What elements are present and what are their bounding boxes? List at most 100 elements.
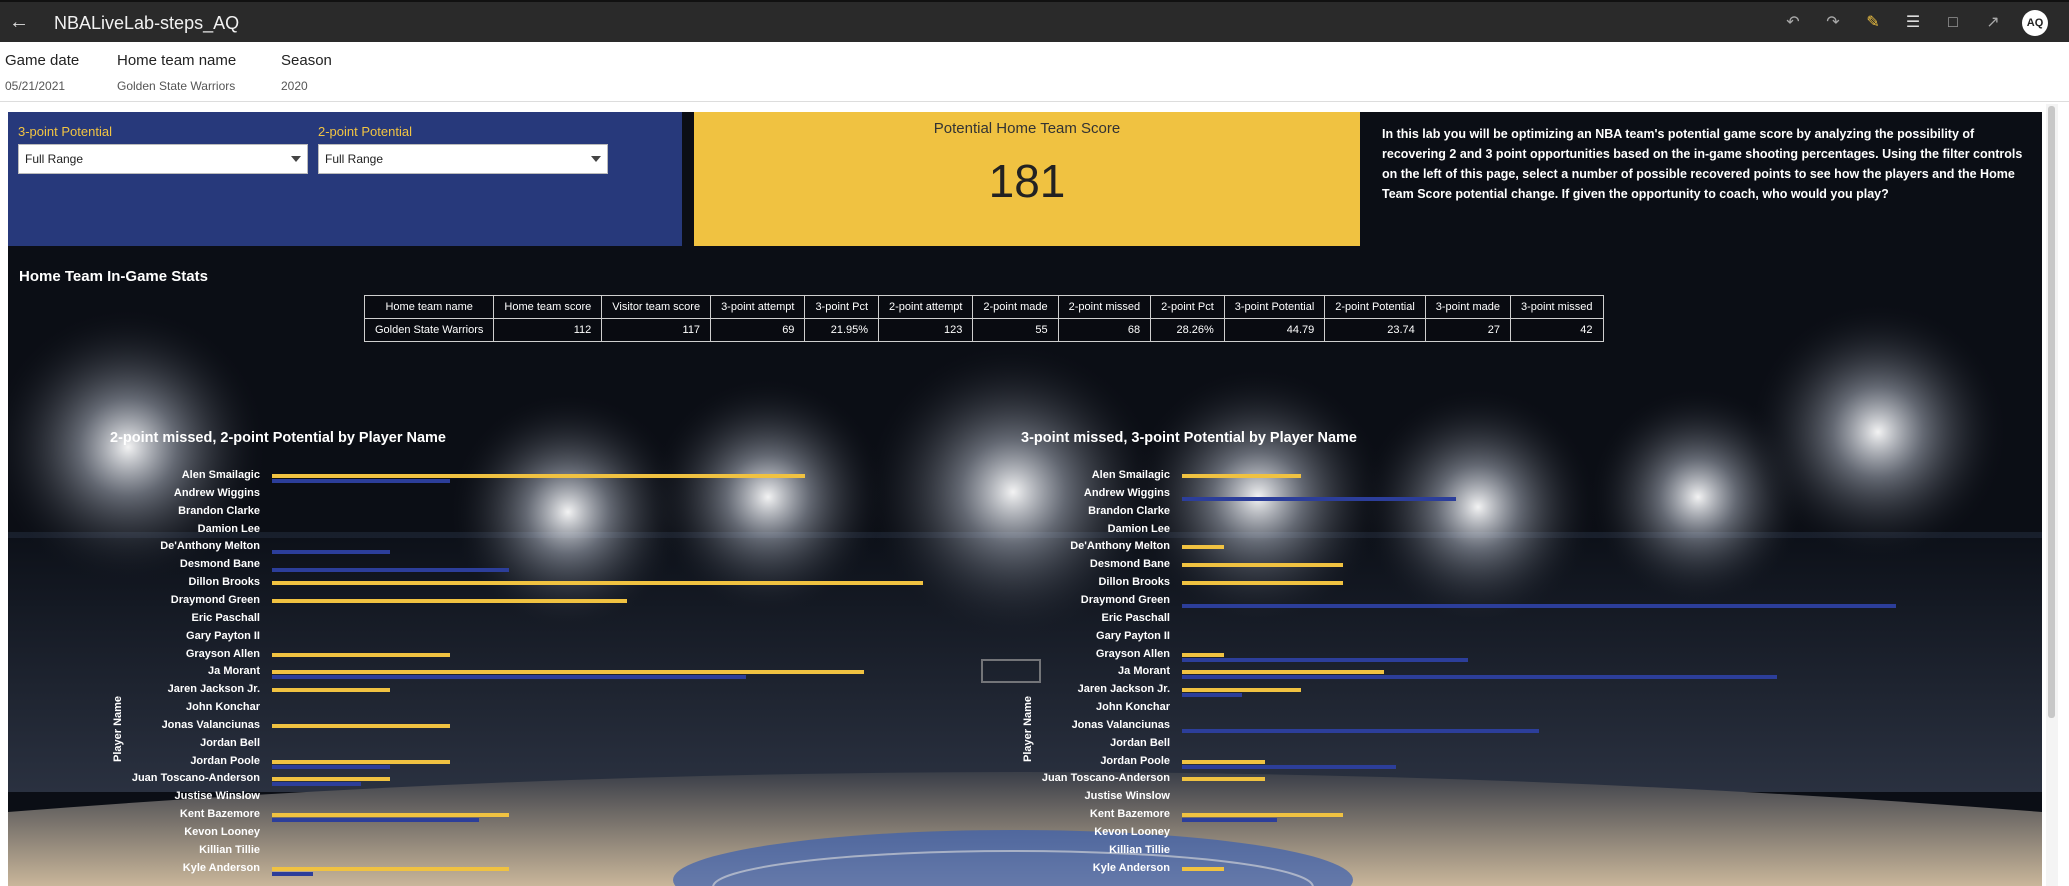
tick-label[interactable]: Eric Paschall [120,612,261,624]
tick-label[interactable]: Killian Tillie [120,844,260,856]
bar-potential[interactable] [272,670,864,675]
scrollbar-thumb[interactable] [2048,106,2055,718]
tick-label[interactable]: Justise Winslow [120,790,260,802]
tick-label[interactable]: Killian Tillie [1030,844,1170,856]
tick-label[interactable]: De'Anthony Melton [1030,540,1170,552]
bar-potential[interactable] [272,759,450,764]
bar-potential[interactable] [272,474,805,478]
bar-missed[interactable] [272,479,450,483]
tick-label[interactable]: Jonas Valanciunas [1030,719,1170,731]
column-header[interactable]: 3-point Potential [1223,295,1326,319]
filter-home-team-name[interactable]: Home team name Golden State Warriors [117,52,236,93]
tick-label[interactable]: Brandon Clarke [1030,505,1170,517]
bar-missed[interactable] [272,675,746,680]
tick-label[interactable]: Desmond Bane [120,558,260,570]
column-header[interactable]: 3-point Pct [804,295,880,319]
column-header[interactable]: 3-point attempt [710,295,806,319]
bar-missed[interactable] [1182,675,1777,680]
bar-potential[interactable] [272,598,627,603]
column-header[interactable]: 2-point Potential [1324,295,1426,319]
tick-label[interactable]: Alen Smailagic [120,469,260,481]
tick-label[interactable]: Kevon Looney [1030,826,1170,838]
tick-label[interactable]: Gary Payton II [1030,630,1170,642]
bar-potential[interactable] [1182,759,1265,764]
bar-potential[interactable] [1182,581,1343,586]
tick-label[interactable]: Damion Lee [120,523,260,535]
column-header[interactable]: 2-point missed [1057,295,1152,319]
three-point-potential-dropdown[interactable]: Full Range [18,144,308,174]
tick-label[interactable]: Kyle Anderson [120,862,260,874]
bar-potential[interactable] [1182,866,1224,871]
bar-potential[interactable] [272,688,390,693]
bar-potential[interactable] [272,581,923,586]
tick-label[interactable]: Justise Winslow [1030,790,1170,802]
tick-label[interactable]: Kevon Looney [120,826,260,838]
tick-label[interactable]: Grayson Allen [120,648,260,660]
tick-label[interactable]: Damion Lee [1030,523,1170,535]
back-arrow-icon[interactable]: ← [6,10,32,36]
edit-icon[interactable]: ✎ [1862,13,1884,33]
bar-potential[interactable] [1182,545,1224,550]
table-row[interactable]: Golden State Warriors 112 117 69 21.95% 123 55… [363,318,1604,342]
filter-game-date[interactable]: Game date 05/21/2021 [5,52,79,93]
bar-potential[interactable] [272,723,450,728]
bar-missed[interactable] [272,550,390,555]
tick-label[interactable]: Andrew Wiggins [1030,487,1170,499]
bar-missed[interactable] [1182,818,1277,823]
tick-label[interactable]: John Konchar [120,701,260,713]
bar-potential[interactable] [1182,688,1301,693]
bar-missed[interactable] [272,568,509,573]
column-header[interactable]: 3-point missed [1509,295,1604,319]
tick-label[interactable]: Jaren Jackson Jr. [1030,683,1170,695]
bar-missed[interactable] [272,871,313,876]
tick-label[interactable]: Andrew Wiggins [120,487,260,499]
bar-potential[interactable] [1182,652,1224,657]
tick-label[interactable]: Draymond Green [120,594,260,606]
column-header[interactable]: 2-point attempt [878,295,974,319]
undo-icon[interactable]: ↶ [1782,13,1804,33]
tick-label[interactable]: Gary Payton II [120,630,260,642]
tick-label[interactable]: Ja Morant [120,665,260,677]
bar-potential[interactable] [1182,670,1384,675]
column-header[interactable]: 3-point made [1424,295,1511,319]
bar-potential[interactable] [1182,474,1301,478]
tick-label[interactable]: Jonas Valanciunas [120,719,260,731]
tick-label[interactable]: Juan Toscano-Anderson [120,772,260,784]
tick-label[interactable]: Dillon Brooks [120,576,260,588]
tick-label[interactable]: Kent Bazemore [1030,808,1170,820]
tick-label[interactable]: Jordan Bell [120,737,260,749]
filter-season[interactable]: Season 2020 [281,52,332,93]
tick-label[interactable]: Kent Bazemore [120,808,260,820]
column-header[interactable]: 2-point made [972,295,1059,319]
tick-label[interactable]: Kyle Anderson [1030,862,1170,874]
bar-missed[interactable] [1182,764,1396,769]
bar-missed[interactable] [272,782,361,787]
bar-potential[interactable] [1182,563,1343,568]
column-header[interactable]: Home team name [363,295,495,319]
tick-label[interactable]: John Konchar [1030,701,1170,713]
tick-label[interactable]: Desmond Bane [1030,558,1170,570]
data-icon[interactable]: ☰ [1902,13,1924,33]
bar-missed[interactable] [272,818,479,823]
column-header[interactable]: Home team score [493,295,603,319]
bar-missed[interactable] [1182,693,1242,698]
bar-potential[interactable] [272,866,509,871]
tick-label[interactable]: Brandon Clarke [120,505,260,517]
bar-missed[interactable] [1182,496,1456,501]
redo-icon[interactable]: ↷ [1822,13,1844,33]
avatar[interactable]: AQ [2022,10,2048,36]
tick-label[interactable]: Grayson Allen [1030,648,1170,660]
tick-label[interactable]: Jordan Poole [120,755,260,767]
comment-icon[interactable]: □ [1942,13,1964,33]
bar-potential[interactable] [1182,813,1343,818]
tick-label[interactable]: Dillon Brooks [1030,576,1170,588]
two-point-potential-dropdown[interactable]: Full Range [318,144,608,174]
bar-missed[interactable] [272,764,390,769]
column-header[interactable]: Visitor team score [601,295,712,319]
bar-missed[interactable] [1182,728,1539,733]
tick-label[interactable]: Draymond Green [1030,594,1170,606]
export-icon[interactable]: ↗ [1982,13,2004,33]
tick-label[interactable]: Eric Paschall [1030,612,1171,624]
bar-potential[interactable] [1182,777,1265,782]
bar-potential[interactable] [272,652,450,657]
